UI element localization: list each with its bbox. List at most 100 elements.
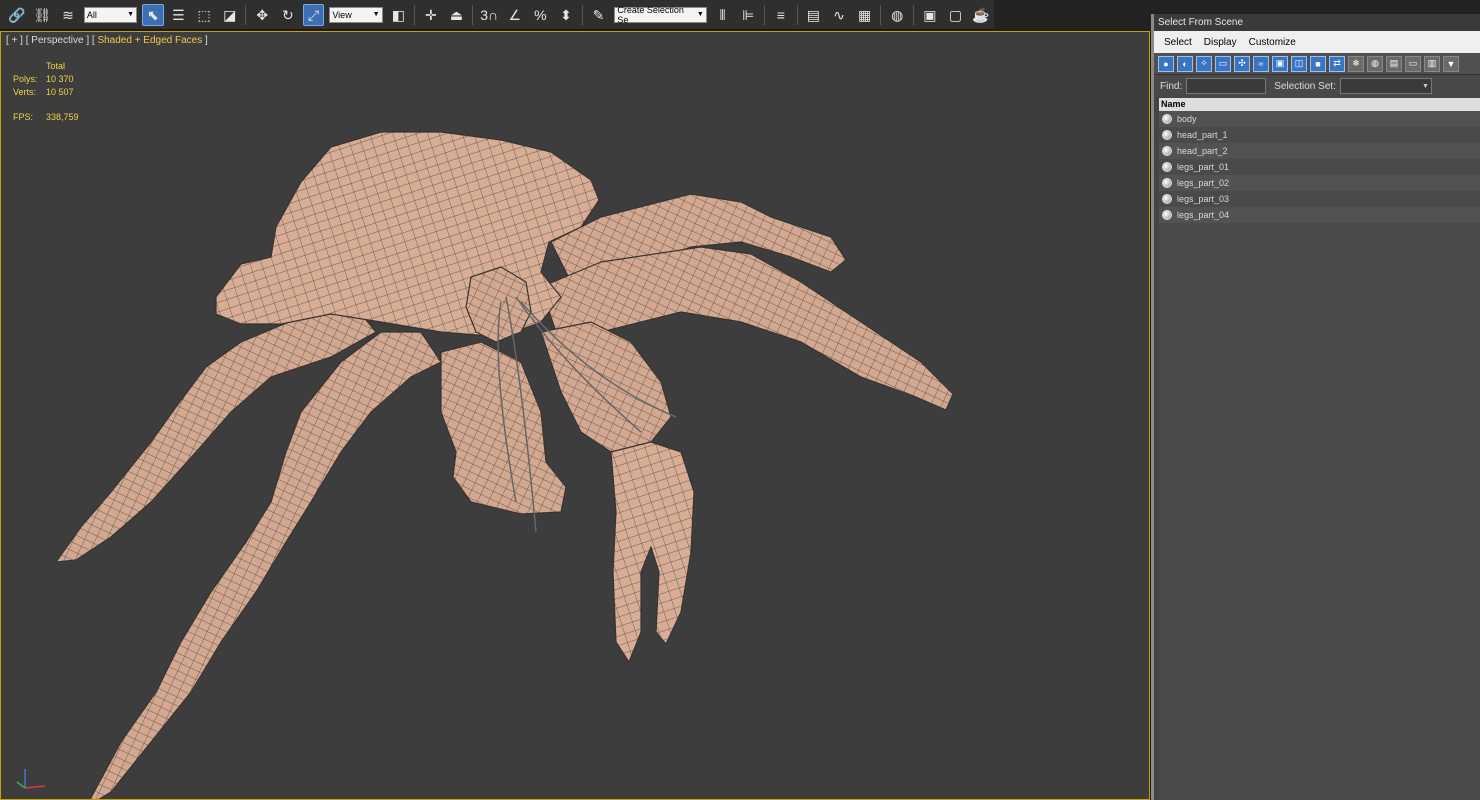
xrefs-filter-icon[interactable]: ◫	[1291, 55, 1307, 72]
pivot-icon[interactable]: ◧	[388, 4, 410, 26]
move-icon[interactable]: ✥	[251, 4, 273, 26]
schematic-icon[interactable]: ▦	[854, 4, 876, 26]
object-name: legs_part_01	[1177, 162, 1230, 172]
crab-carapace	[215, 131, 600, 338]
named-selection-value: Create Selection Se	[617, 4, 684, 25]
list-item[interactable]: legs_part_04	[1159, 207, 1480, 223]
geometry-sphere-icon	[1162, 130, 1172, 140]
angle-snap-icon[interactable]: ∠	[504, 4, 526, 26]
cameras-filter-icon[interactable]: ▭	[1215, 55, 1231, 72]
bones-filter-icon[interactable]: ■	[1310, 55, 1326, 72]
menu-display[interactable]: Display	[1204, 37, 1237, 48]
chevron-down-icon: ▼	[372, 11, 380, 18]
geometry-sphere-icon	[1162, 162, 1172, 172]
unlink-icon[interactable]: ⛓	[32, 4, 54, 26]
geometry-sphere-icon	[1162, 210, 1172, 220]
panel-menu-bar: Select Display Customize	[1154, 31, 1480, 53]
select-object-icon[interactable]: ⬉	[142, 3, 164, 26]
select-from-scene-panel: Select From Scene Select Display Customi…	[1151, 14, 1480, 800]
render-icon[interactable]: ☕	[970, 4, 992, 26]
reference-coord-value: View	[332, 9, 352, 20]
named-selection-dropdown[interactable]: Create Selection Se ▼	[614, 4, 707, 25]
frozen-filter-icon[interactable]: ❄	[1348, 55, 1364, 72]
find-bar: Find: Selection Set: ▼	[1154, 75, 1480, 97]
list-item[interactable]: legs_part_02	[1159, 175, 1480, 191]
groups-filter-icon[interactable]: ▣	[1272, 55, 1288, 72]
link-icon[interactable]: 🔗	[6, 4, 28, 26]
scene-object-list: Name body head_part_1 head_part_2 legs_p…	[1159, 98, 1480, 800]
toolbar-divider	[581, 4, 583, 25]
list-item[interactable]: legs_part_03	[1159, 191, 1480, 207]
object-name: legs_part_04	[1177, 210, 1230, 220]
geometry-sphere-icon	[1162, 146, 1172, 156]
chevron-down-icon: ▼	[696, 11, 704, 18]
toolbar-divider	[414, 4, 416, 25]
panel-title[interactable]: Select From Scene	[1154, 14, 1480, 31]
filter-funnel-icon[interactable]: ▼	[1443, 55, 1459, 72]
main-toolbar: 🔗 ⛓ ≋ All ▼ ⬉ ☰ ⬚ ◪ ✥ ↻ ⤢ View ▼ ◧ ✛ ⏏ 3…	[0, 0, 994, 30]
toolbar-divider	[764, 4, 766, 25]
invert-display-icon[interactable]: ▥	[1424, 55, 1440, 72]
toolbar-divider	[472, 4, 474, 25]
select-by-name-icon[interactable]: ☰	[168, 4, 190, 26]
hidden-filter-icon[interactable]: ◍	[1367, 55, 1383, 72]
list-item[interactable]: legs_part_01	[1159, 159, 1480, 175]
percent-snap-icon[interactable]: %	[530, 4, 552, 26]
geometry-sphere-icon	[1162, 178, 1172, 188]
edit-named-sel-icon[interactable]: ✎	[588, 4, 610, 26]
render-setup-icon[interactable]: ▣	[919, 4, 941, 26]
shapes-filter-icon[interactable]: ◐	[1177, 55, 1193, 72]
object-name: legs_part_02	[1177, 178, 1230, 188]
chevron-down-icon: ▼	[1422, 82, 1429, 90]
list-item[interactable]: head_part_2	[1159, 143, 1480, 159]
selection-set-dropdown[interactable]: ▼	[1339, 78, 1432, 94]
axis-tripod-icon	[16, 769, 46, 789]
object-name: body	[1177, 114, 1197, 124]
reference-coord-dropdown[interactable]: View ▼	[329, 6, 383, 23]
geometry-filter-icon[interactable]: ●	[1158, 55, 1174, 72]
selection-filter-value: All	[86, 9, 97, 20]
toolbar-divider	[913, 4, 915, 25]
menu-customize[interactable]: Customize	[1249, 37, 1296, 48]
material-editor-icon[interactable]: ◍	[886, 4, 908, 26]
rect-region-icon[interactable]: ⬚	[193, 4, 215, 26]
display-all-icon[interactable]: ▤	[1386, 55, 1402, 72]
claw-left	[440, 341, 567, 515]
spacewarps-filter-icon[interactable]: ≈	[1253, 55, 1269, 72]
toolbar-divider	[245, 4, 247, 25]
scene-explorer-icon[interactable]: ▤	[803, 4, 825, 26]
chevron-down-icon: ▼	[127, 11, 134, 18]
layer-icon[interactable]: ≡	[770, 4, 792, 26]
snap-icon[interactable]: 3 ∩	[478, 4, 500, 26]
claw-right	[610, 441, 695, 663]
window-crossing-icon[interactable]: ◪	[219, 4, 241, 26]
lights-filter-icon[interactable]: ✧	[1196, 55, 1212, 72]
perspective-viewport[interactable]: [ + ] [ Perspective ] [ Shaded + Edged F…	[0, 31, 1150, 800]
keyboard-shortcut-icon[interactable]: ⏏	[446, 4, 468, 26]
select-manipulate-icon[interactable]: ✛	[420, 4, 442, 26]
object-name: head_part_1	[1177, 130, 1228, 140]
containers-filter-icon[interactable]: ⇄	[1329, 55, 1345, 72]
column-header-name[interactable]: Name	[1159, 98, 1480, 111]
display-none-icon[interactable]: ▭	[1405, 55, 1421, 72]
list-item[interactable]: head_part_1	[1159, 127, 1480, 143]
crab-mesh-model[interactable]	[1, 32, 1149, 799]
mirror-icon[interactable]: ⫴	[712, 4, 734, 26]
helpers-filter-icon[interactable]: ✣	[1234, 55, 1250, 72]
find-label: Find:	[1160, 80, 1183, 92]
rendered-frame-icon[interactable]: ▢	[945, 4, 967, 26]
toolbar-divider	[880, 4, 882, 25]
selection-filter-dropdown[interactable]: All ▼	[83, 6, 137, 23]
curve-editor-icon[interactable]: ∿	[828, 4, 850, 26]
align-icon[interactable]: ⊫	[737, 4, 759, 26]
toolbar-divider	[796, 4, 798, 25]
menu-select[interactable]: Select	[1164, 37, 1192, 48]
bind-spacewarp-icon[interactable]: ≋	[57, 4, 79, 26]
scale-icon[interactable]: ⤢	[302, 3, 325, 26]
spinner-snap-icon[interactable]: ⬍	[555, 4, 577, 26]
find-input[interactable]	[1186, 78, 1267, 94]
snap-label: 3	[480, 6, 488, 23]
list-item[interactable]: body	[1159, 111, 1480, 127]
rotate-icon[interactable]: ↻	[277, 4, 299, 26]
geometry-sphere-icon	[1162, 194, 1172, 204]
